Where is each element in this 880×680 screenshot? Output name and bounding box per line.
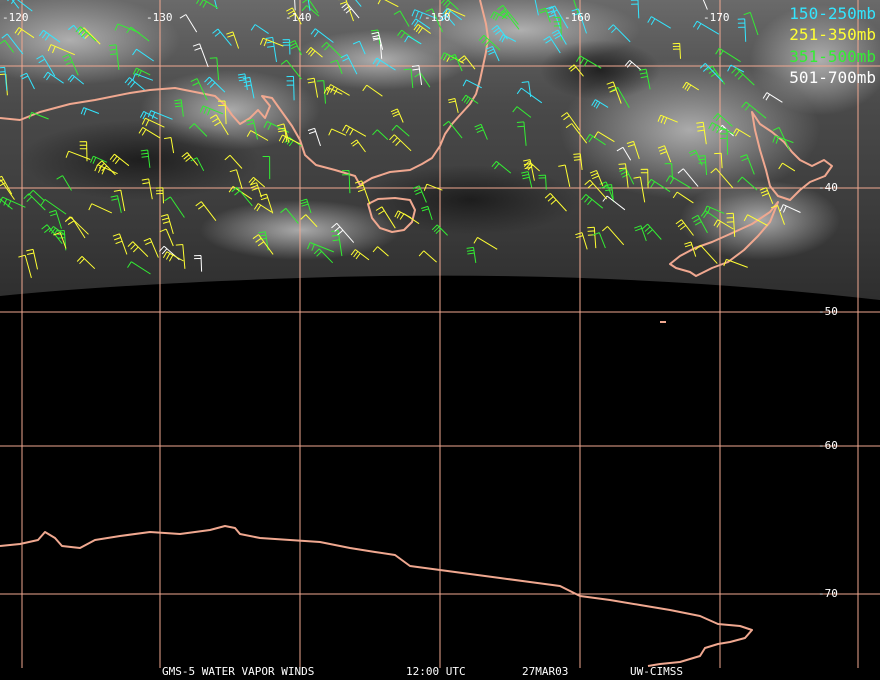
legend-351-500: 351-500mb	[789, 47, 876, 66]
legend-150-250: 150-250mb	[789, 4, 876, 23]
longitude-label: -170	[703, 11, 730, 24]
footer-time: 12:00 UTC	[406, 665, 466, 678]
satellite-map	[0, 0, 880, 680]
footer-date: 27MAR03	[522, 665, 569, 678]
legend-251-350: 251-350mb	[789, 25, 876, 44]
longitude-label: -160	[564, 11, 591, 24]
footer-source: UW-CIMSS	[630, 665, 683, 678]
longitude-label: -140	[285, 11, 312, 24]
longitude-label: -130	[146, 11, 173, 24]
longitude-label: -120	[2, 11, 29, 24]
legend-501-700: 501-700mb	[789, 68, 876, 87]
latitude-label: -70	[818, 587, 838, 600]
longitude-label: -150	[424, 11, 451, 24]
latitude-label: -50	[818, 305, 838, 318]
latitude-label: -60	[818, 439, 838, 452]
latitude-label: -40	[818, 181, 838, 194]
footer-product: GMS-5 WATER VAPOR WINDS	[162, 665, 315, 678]
